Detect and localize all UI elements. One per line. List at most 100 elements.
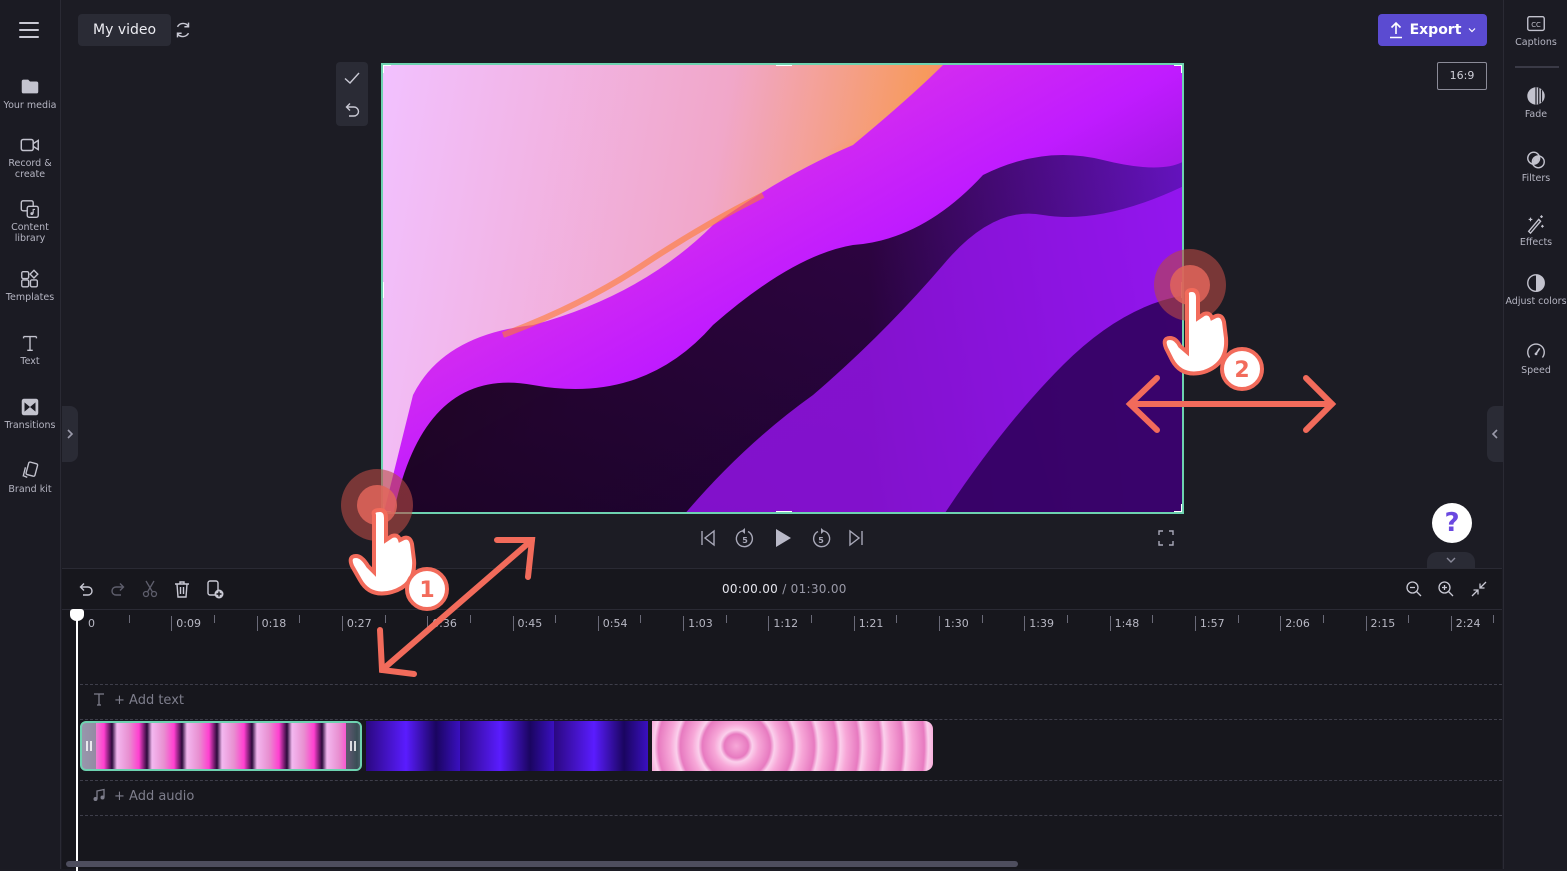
clip-trim-handle-right[interactable]	[346, 723, 360, 769]
audio-track[interactable]: + Add audio	[80, 780, 1502, 816]
skip-to-start-icon[interactable]	[698, 528, 718, 548]
ruler-tick-label: 1:48	[1109, 616, 1139, 631]
sidebar-item-label: Content library	[11, 222, 49, 244]
timeline-clip-pink-bubbles[interactable]	[652, 721, 933, 771]
step-number: 2	[1234, 358, 1249, 383]
timeline-ruler[interactable]: 0 0:09 0:18 0:27 0:36 0:45 0:54 1:03 1:12 1:21 1:3…	[62, 609, 1502, 635]
contrast-icon	[1527, 274, 1545, 292]
expand-right-panel-button[interactable]	[1487, 406, 1503, 462]
menu-icon[interactable]	[19, 22, 39, 38]
text-track[interactable]: + Add text	[80, 684, 1502, 720]
sidebar-item-fade[interactable]: Fade	[1504, 85, 1567, 120]
current-time: 00:00.00	[722, 582, 779, 596]
ruler-minor-tick	[469, 615, 471, 623]
timeline-scrollbar[interactable]	[66, 861, 1018, 867]
right-sidebar: CC Captions Fade Filters Effects Adjust …	[1503, 0, 1567, 869]
redo-icon[interactable]	[108, 579, 128, 599]
add-media-icon[interactable]	[205, 579, 225, 599]
ruler-minor-tick	[128, 615, 130, 623]
ruler-tick-label: 0:45	[512, 616, 542, 631]
ruler-minor-tick	[1493, 615, 1495, 623]
aspect-ratio-button[interactable]: 16:9	[1437, 62, 1487, 90]
crop-handle-bottom[interactable]	[776, 511, 792, 512]
timeline-panel: 00:00.00 / 01:30.00 0 0:09 0:18 0:27 0:36 0:4…	[62, 568, 1502, 871]
sidebar-item-label: Your media	[3, 100, 57, 111]
svg-text:CC: CC	[1531, 21, 1541, 29]
ruler-minor-tick	[1322, 615, 1324, 623]
folder-icon	[21, 79, 39, 94]
sidebar-item-content-library[interactable]: Content library	[0, 198, 60, 244]
sync-icon[interactable]	[172, 19, 194, 41]
help-button[interactable]: ?	[1432, 503, 1472, 543]
timeline-clip-purple-waves[interactable]	[366, 721, 648, 771]
ruler-minor-tick	[1237, 615, 1239, 623]
skip-to-end-icon[interactable]	[846, 528, 866, 548]
crop-handle-top-right[interactable]	[1174, 65, 1182, 73]
video-camera-icon	[20, 138, 39, 152]
chevron-down-icon	[1446, 557, 1456, 563]
project-title[interactable]: My video	[78, 14, 172, 46]
sidebar-item-speed[interactable]: Speed	[1504, 341, 1567, 376]
timeline-clip-pink-wave[interactable]	[80, 721, 362, 771]
crop-handle-bottom-left[interactable]	[383, 504, 391, 512]
clip-trim-handle-left[interactable]	[82, 723, 96, 769]
ruler-minor-tick	[1066, 615, 1068, 623]
ruler-minor-tick	[1152, 615, 1154, 623]
ruler-tick-label: 0:54	[597, 616, 628, 631]
time-separator: /	[778, 582, 791, 596]
ruler-tick-label: 0:18	[256, 616, 286, 631]
svg-text:5: 5	[818, 536, 824, 545]
sidebar-item-label: Captions	[1515, 37, 1557, 48]
sidebar-item-your-media[interactable]: Your media	[0, 76, 60, 111]
export-button[interactable]: Export	[1378, 14, 1487, 46]
ruler-minor-tick	[981, 615, 983, 623]
ruler-tick-label: 1:39	[1024, 616, 1054, 631]
play-icon[interactable]	[772, 527, 794, 549]
sidebar-item-brand-kit[interactable]: Brand kit	[0, 460, 60, 495]
sidebar-item-transitions[interactable]: Transitions	[0, 396, 60, 431]
undo-icon[interactable]	[343, 100, 361, 118]
rewind-5-icon[interactable]: 5	[733, 526, 757, 550]
svg-text:5: 5	[742, 536, 748, 545]
sidebar-item-text[interactable]: Text	[0, 332, 60, 367]
sidebar-item-effects[interactable]: Effects	[1504, 213, 1567, 248]
sidebar-item-label: Effects	[1519, 237, 1553, 248]
add-audio-label[interactable]: + Add audio	[114, 789, 194, 804]
left-sidebar: Your media Record & create Content libra…	[0, 0, 61, 869]
fullscreen-icon[interactable]	[1158, 530, 1174, 546]
scissors-icon[interactable]	[140, 579, 160, 599]
crop-handle-left[interactable]	[383, 282, 384, 298]
fit-to-screen-icon[interactable]	[1469, 579, 1489, 599]
collapse-timeline-button[interactable]	[1427, 552, 1475, 568]
sidebar-item-filters[interactable]: Filters	[1504, 149, 1567, 184]
crop-handle-top[interactable]	[776, 65, 792, 66]
chevron-right-icon	[67, 429, 74, 439]
zoom-in-icon[interactable]	[1436, 579, 1456, 599]
sidebar-item-templates[interactable]: Templates	[0, 268, 60, 303]
ruler-tick-label: 1:57	[1194, 616, 1225, 631]
export-label: Export	[1409, 22, 1462, 38]
upload-icon	[1389, 21, 1402, 39]
forward-5-icon[interactable]: 5	[809, 526, 833, 550]
playhead-handle[interactable]	[70, 609, 84, 621]
expand-left-panel-button[interactable]	[62, 406, 78, 462]
crop-handle-right[interactable]	[1181, 282, 1182, 298]
music-note-icon	[93, 788, 105, 801]
add-text-label[interactable]: + Add text	[114, 693, 184, 708]
sidebar-item-label: Templates	[5, 292, 55, 303]
sidebar-item-adjust-colors[interactable]: Adjust colors	[1504, 272, 1567, 307]
trash-icon[interactable]	[172, 579, 192, 599]
crop-handle-top-left[interactable]	[383, 65, 391, 73]
undo-icon[interactable]	[76, 579, 96, 599]
video-preview-canvas[interactable]	[381, 63, 1184, 514]
crop-handle-bottom-right[interactable]	[1174, 504, 1182, 512]
sidebar-item-record-create[interactable]: Record & create	[0, 134, 60, 180]
fade-icon	[1527, 87, 1545, 105]
timecode-display: 00:00.00 / 01:30.00	[722, 582, 847, 596]
checkmark-icon[interactable]	[343, 69, 361, 87]
sidebar-item-label: Text	[20, 356, 40, 367]
sidebar-item-label: Filters	[1521, 173, 1551, 184]
sidebar-item-captions[interactable]: CC Captions	[1504, 13, 1567, 48]
ruler-tick-label: 2:15	[1365, 616, 1395, 631]
zoom-out-icon[interactable]	[1404, 579, 1424, 599]
